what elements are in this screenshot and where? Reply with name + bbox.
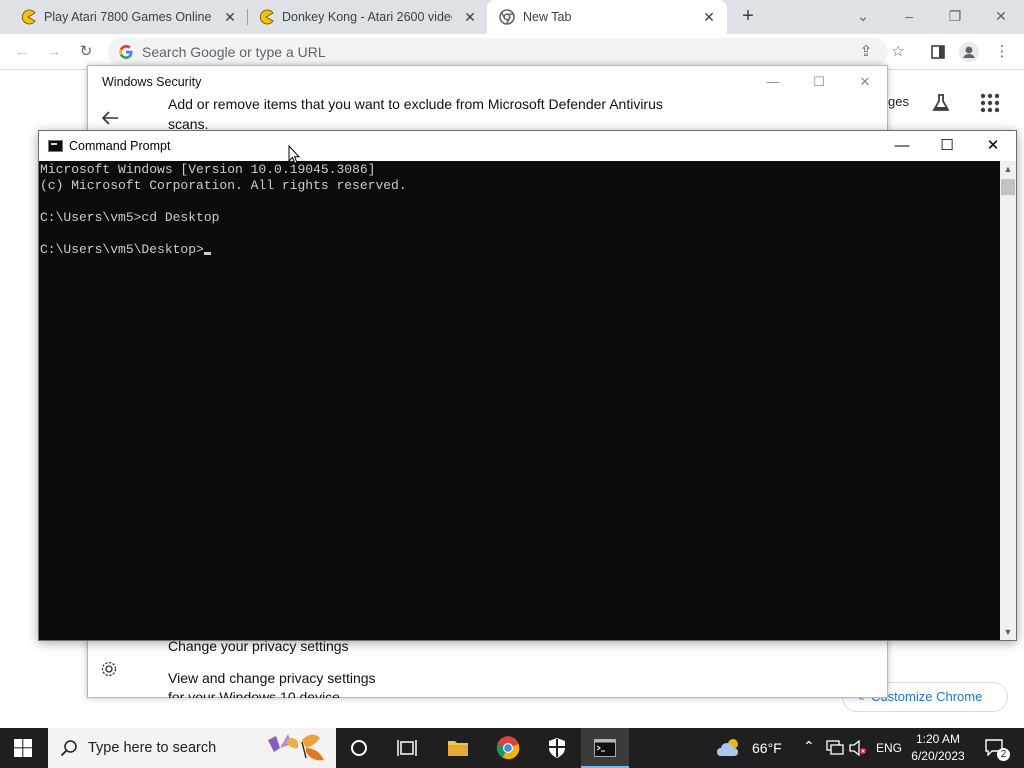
- reload-icon[interactable]: ↻: [74, 40, 98, 64]
- weather-temperature[interactable]: 66°F: [752, 740, 782, 756]
- console-scrollbar[interactable]: ▲ ▼: [1000, 161, 1016, 640]
- file-explorer-icon[interactable]: [447, 738, 469, 758]
- mouse-pointer-icon: [288, 145, 300, 165]
- tab-title: New Tab: [523, 10, 572, 24]
- labs-flask-icon[interactable]: [930, 92, 952, 114]
- privacy-settings-subtext: for your Windows 10 device: [168, 690, 340, 698]
- address-bar-placeholder: Search Google or type a URL: [142, 44, 326, 60]
- minimize-icon[interactable]: —: [758, 72, 788, 92]
- console-line: ​: [40, 226, 1000, 242]
- windows-security-shield-icon[interactable]: [547, 737, 567, 759]
- notification-count-badge: 2: [997, 748, 1010, 761]
- tab-close-icon[interactable]: ✕: [701, 9, 717, 25]
- chrome-favicon-icon: [499, 9, 515, 25]
- pacman-favicon-icon: [259, 9, 274, 25]
- console-prompt: C:\Users\vm5\Desktop>: [40, 242, 204, 257]
- volume-muted-icon[interactable]: [849, 740, 867, 756]
- tab-title: Play Atari 7800 Games Online - F: [44, 10, 214, 24]
- console-line: Microsoft Windows [Version 10.0.19045.30…: [40, 162, 376, 177]
- profile-avatar-icon[interactable]: [957, 40, 981, 64]
- images-link[interactable]: ges: [888, 94, 909, 109]
- maximize-icon[interactable]: ☐: [804, 72, 834, 92]
- address-bar[interactable]: Search Google or type a URL: [108, 38, 888, 66]
- scroll-up-arrow-icon[interactable]: ▲: [1000, 161, 1016, 177]
- close-icon[interactable]: ✕: [850, 72, 880, 92]
- windows-security-title: Windows Security: [102, 75, 202, 89]
- text-cursor: [203, 252, 211, 255]
- search-placeholder: Type here to search: [88, 740, 217, 756]
- weather-cloud-icon[interactable]: [716, 736, 744, 760]
- scrollbar-thumb[interactable]: [1001, 179, 1015, 195]
- chrome-menu-icon[interactable]: ⋮: [990, 40, 1014, 64]
- maximize-icon[interactable]: ☐: [927, 135, 967, 157]
- google-chrome-icon[interactable]: [496, 736, 520, 760]
- windows-taskbar: Type here to search 66°F ⌃ ENG 1:20 AM 6…: [0, 728, 1024, 768]
- google-apps-grid-icon[interactable]: [979, 92, 1001, 114]
- show-hidden-icons-chevron-icon[interactable]: ⌃: [803, 738, 815, 755]
- back-arrow-icon[interactable]: ←: [10, 40, 34, 64]
- forward-arrow-icon[interactable]: →: [42, 40, 66, 64]
- console-output[interactable]: Microsoft Windows [Version 10.0.19045.30…: [39, 161, 1000, 640]
- tab-title: Donkey Kong - Atari 2600 video: [282, 10, 452, 24]
- taskbar-search-box[interactable]: Type here to search: [48, 728, 336, 768]
- privacy-settings-link[interactable]: View and change privacy settings: [168, 670, 376, 686]
- clock-date: 6/20/2023: [911, 749, 965, 763]
- share-icon[interactable]: ⇪: [854, 40, 878, 64]
- command-prompt-window: Command Prompt — ☐ ✕ Microsoft Windows […: [38, 130, 1017, 641]
- minimize-icon[interactable]: –: [897, 4, 921, 28]
- tab-donkey-kong[interactable]: Donkey Kong - Atari 2600 video ✕: [238, 0, 488, 34]
- console-line: C:\Users\vm5>cd Desktop: [40, 210, 220, 225]
- scroll-down-arrow-icon[interactable]: ▼: [1000, 624, 1016, 640]
- command-prompt-title: Command Prompt: [69, 139, 171, 153]
- back-arrow-icon[interactable]: [98, 106, 122, 130]
- taskbar-command-prompt-button[interactable]: [581, 728, 629, 768]
- side-panel-icon[interactable]: [926, 40, 950, 64]
- exclusions-description: Add or remove items that you want to exc…: [168, 96, 663, 132]
- settings-gear-icon[interactable]: [100, 660, 118, 678]
- console-prompt-line: C:\Users\vm5\Desktop>: [40, 242, 1000, 258]
- action-center-button[interactable]: 2: [980, 728, 1012, 768]
- input-language-indicator[interactable]: ENG: [876, 741, 902, 755]
- task-view-icon[interactable]: [397, 738, 417, 758]
- network-icon[interactable]: [826, 740, 844, 756]
- tab-new-tab[interactable]: New Tab ✕: [487, 0, 727, 34]
- pacman-favicon-icon: [21, 9, 36, 25]
- tab-play-atari-7800[interactable]: Play Atari 7800 Games Online - F ✕: [0, 0, 248, 34]
- console-line: ​: [40, 194, 1000, 210]
- restore-icon[interactable]: ❐: [943, 4, 967, 28]
- chrome-tab-strip: Play Atari 7800 Games Online - F ✕ Donke…: [0, 0, 1024, 34]
- taskbar-clock[interactable]: 1:20 AM 6/20/2023: [906, 731, 970, 765]
- new-tab-plus-icon[interactable]: +: [737, 6, 759, 28]
- command-prompt-titlebar[interactable]: Command Prompt — ☐ ✕: [39, 131, 1016, 161]
- search-icon: [60, 740, 77, 757]
- google-g-icon: [119, 44, 133, 59]
- close-icon[interactable]: ✕: [973, 135, 1013, 157]
- search-highlight-butterflies-icon: [268, 734, 324, 761]
- bookmark-star-icon[interactable]: ☆: [886, 40, 910, 64]
- tab-close-icon[interactable]: ✕: [462, 9, 478, 25]
- windows-start-icon[interactable]: [14, 739, 32, 757]
- tab-search-chevron-icon[interactable]: ⌄: [851, 4, 875, 28]
- console-line: (c) Microsoft Corporation. All rights re…: [40, 178, 407, 193]
- minimize-icon[interactable]: —: [882, 135, 922, 157]
- cortana-circle-icon[interactable]: [350, 739, 368, 757]
- close-icon[interactable]: ✕: [989, 4, 1013, 28]
- tab-close-icon[interactable]: ✕: [222, 9, 238, 25]
- command-prompt-icon: [594, 739, 616, 757]
- cmd-app-icon: [48, 140, 63, 152]
- clock-time: 1:20 AM: [915, 732, 961, 746]
